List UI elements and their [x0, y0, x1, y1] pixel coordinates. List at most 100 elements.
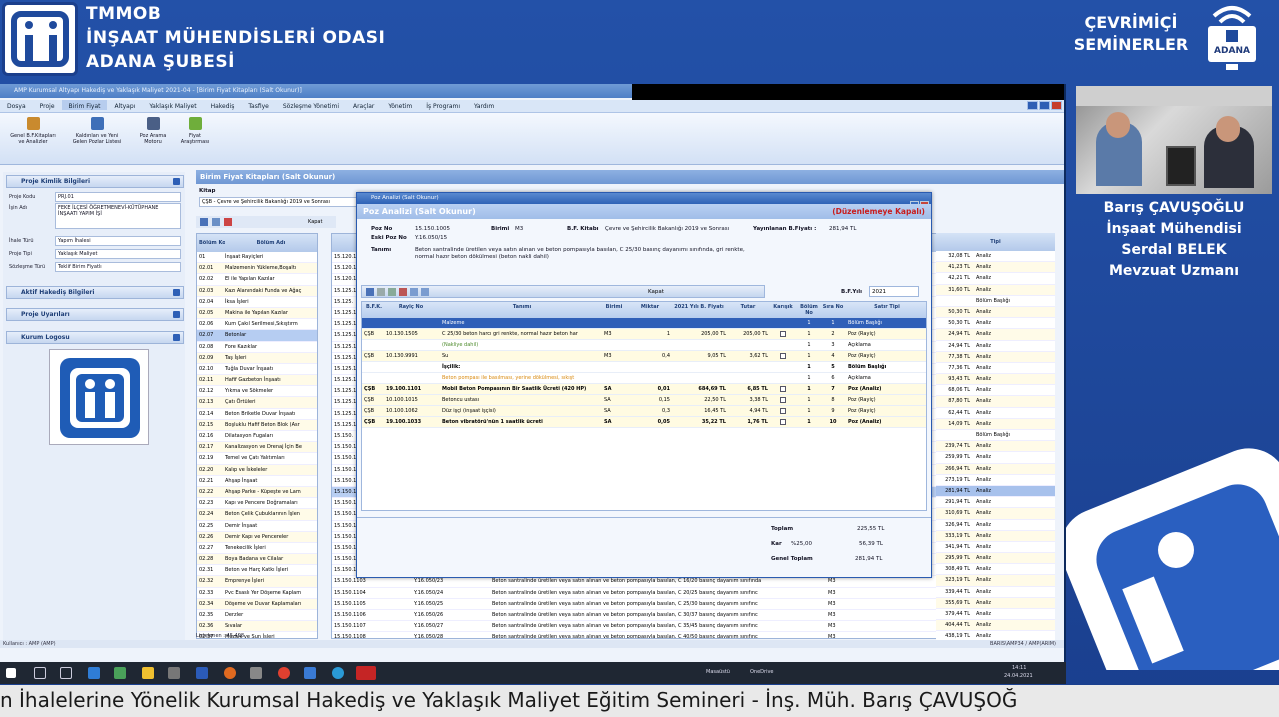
menu-yonetim[interactable]: Yönetim [381, 100, 419, 110]
tipi-row[interactable]: 77,38 TL Analiz [936, 351, 1055, 363]
menu-araclar[interactable]: Araçlar [346, 100, 381, 110]
tipi-row[interactable]: 326,94 TL Analiz [936, 519, 1055, 531]
menu-tasfiye[interactable]: Tasfiye [241, 100, 276, 110]
tipi-row[interactable]: 404,44 TL Analiz [936, 620, 1055, 632]
group-kurum-logosu[interactable]: Kurum Logosu [6, 331, 184, 344]
tipi-row[interactable]: 341,94 TL Analiz [936, 541, 1055, 554]
tipi-row[interactable]: 50,30 TL Analiz [936, 306, 1055, 319]
bolum-row[interactable]: 02.22 Ahşap Parke - Küpeşte ve Lam [197, 486, 317, 499]
ribbon-genel-bf[interactable]: Genel B.F.Kitapları ve Analizler [4, 117, 62, 145]
bolum-row[interactable]: 02.14 Beton Briketle Duvar İnşaatı [197, 409, 317, 420]
tipi-row[interactable]: 93,43 TL Analiz [936, 374, 1055, 386]
menu-altyapi[interactable]: Altyapı [107, 100, 142, 110]
bolum-row[interactable]: 02.09 Taş İşleri [197, 352, 317, 364]
menu-sozlesme[interactable]: Sözleşme Yönetimi [276, 100, 346, 110]
dialog-kapat-button[interactable]: Kapat [648, 286, 664, 298]
bolum-row[interactable]: 02.25 Demir İnşaat [197, 521, 317, 532]
bolum-row[interactable]: 02.27 Tenekecilik İşleri [197, 543, 317, 555]
tipi-row[interactable]: 50,30 TL Analiz [936, 318, 1055, 330]
menu-yaklasik-maliyet[interactable]: Yaklaşık Maliyet [142, 100, 203, 110]
close-icon[interactable] [1051, 101, 1062, 110]
tipi-row[interactable]: 333,19 TL Analiz [936, 530, 1055, 542]
field-proje-kodu[interactable]: PRJ.01 [55, 192, 181, 202]
paste-icon[interactable] [421, 288, 429, 296]
tipi-row[interactable]: Bölüm Başlığı [936, 430, 1055, 442]
task-view-icon[interactable] [60, 667, 72, 679]
bolum-row[interactable]: 02.12 Yıkma ve Sökmeler [197, 386, 317, 398]
tipi-row[interactable]: 281,94 TL Analiz [936, 485, 1055, 498]
bolum-row[interactable]: 02.20 Kalıp ve İskeleler [197, 464, 317, 476]
field-proje-tipi[interactable]: Yaklaşık Maliyet [55, 249, 181, 259]
col-bolum-adi[interactable]: Bölüm Adı [225, 240, 317, 246]
tipi-row[interactable]: 24,94 TL Analiz [936, 329, 1055, 341]
checkbox[interactable] [780, 352, 786, 359]
edge-icon[interactable] [332, 667, 344, 679]
delete-icon[interactable] [399, 288, 407, 296]
col-8[interactable]: Bölüm No [798, 304, 820, 316]
excel-icon[interactable] [114, 667, 126, 679]
analiz-row[interactable]: Malzeme 1 1 Bölüm Başlığı [362, 318, 926, 329]
bolum-row[interactable]: 02.16 Dilatasyon Fugaları [197, 431, 317, 443]
col-3[interactable]: Birimi [604, 304, 624, 310]
grid-icon[interactable] [200, 218, 208, 226]
app-icon-3[interactable] [250, 667, 262, 679]
tipi-row[interactable]: 291,94 TL Analiz [936, 497, 1055, 509]
menu-birim-fiyat[interactable]: Birim Fiyat [61, 100, 108, 110]
col-6[interactable]: Tutar [728, 304, 768, 310]
col-1[interactable]: Rayiç No [386, 304, 436, 310]
bolum-row[interactable]: 02.02 El ile Yapılan Kazılar [197, 274, 317, 286]
analiz-row[interactable]: ÇŞB 19.100.1101 Mobil Beton Pompasının Bir… [362, 384, 926, 395]
tipi-row[interactable]: 259,99 TL Analiz [936, 452, 1055, 464]
menu-dosya[interactable]: Dosya [0, 100, 33, 110]
bolum-row[interactable]: 02.31 Beton ve Harç Katkı İşleri [197, 565, 317, 577]
group-aktif-hakedis[interactable]: Aktif Hakediş Bilgileri [6, 286, 184, 299]
checkbox[interactable] [780, 396, 786, 403]
tipi-row[interactable]: 68,06 TL Analiz [936, 385, 1055, 397]
bolum-row[interactable]: 02.35 Derzler [197, 610, 317, 622]
analiz-row[interactable]: ÇŞB 10.130.9991 Su M3 0,4 9,05 TL 3,62 TL 1 4 Poz… [362, 351, 926, 362]
col-0[interactable]: B.F.K. [364, 304, 384, 310]
bolum-row[interactable]: 02.08 Fore Kazıklar [197, 342, 317, 353]
tipi-row[interactable]: 14,09 TL Analiz [936, 418, 1055, 430]
windows-start-icon[interactable] [6, 668, 16, 678]
checkbox[interactable] [780, 330, 786, 337]
tipi-row[interactable]: 62,44 TL Analiz [936, 407, 1055, 419]
tray-time[interactable]: 14:11 [1012, 665, 1026, 671]
menu-is-programi[interactable]: İş Programı [419, 100, 467, 110]
tipi-row[interactable]: 295,99 TL Analiz [936, 553, 1055, 565]
analiz-row[interactable]: ÇŞB 10.100.1015 Betoncu ustası SA 0,15 22,50 … [362, 395, 926, 406]
tipi-row[interactable]: 42,21 TL Analiz [936, 273, 1055, 285]
col-4[interactable]: Miktar [630, 304, 670, 310]
tipi-row[interactable]: 41,23 TL Analiz [936, 262, 1055, 274]
tipi-row[interactable]: 31,60 TL Analiz [936, 284, 1055, 296]
minimize-icon[interactable] [1027, 101, 1038, 110]
bolum-row[interactable]: 02.10 Tuğla Duvar İnşaatı [197, 364, 317, 376]
analiz-cell-chk[interactable] [770, 384, 796, 395]
app-icon-2[interactable] [168, 667, 180, 679]
tray-onedrive[interactable]: OneDrive [750, 669, 774, 675]
analiz-cell-chk[interactable] [770, 406, 796, 417]
menu-yardim[interactable]: Yardım [467, 100, 501, 110]
tipi-row[interactable]: 77,36 TL Analiz [936, 362, 1055, 375]
bolum-row[interactable]: 02.05 Makina ile Yapılan Kazılar [197, 307, 317, 320]
col-9[interactable]: Sıra No [822, 304, 844, 310]
bolum-row[interactable]: 02.26 Demir Kapı ve Pencereler [197, 531, 317, 543]
bolum-row[interactable]: 02.15 Boşluklu Hafif Beton Blok (Asr [197, 419, 317, 431]
tipi-row[interactable]: 239,74 TL Analiz [936, 441, 1055, 453]
bolum-row[interactable]: 02.11 Hafif Gazbeton İnşaatı [197, 375, 317, 387]
app-icon-4[interactable] [304, 667, 316, 679]
tipi-row[interactable]: 339,44 TL Analiz [936, 586, 1055, 598]
col-10[interactable]: Satır Tipi [848, 304, 926, 310]
chrome-icon[interactable] [278, 667, 290, 679]
bolum-row[interactable]: 02.04 İksa İşleri [197, 297, 317, 308]
field-isin-adi[interactable]: FEKE İLÇESİ ÖĞRETMENEVİ-KÜTÜPHANE İNŞAAT… [55, 203, 181, 229]
bolum-row[interactable]: 02.21 Ahşap İnşaat [197, 476, 317, 487]
tipi-row[interactable]: 323,19 TL Analiz [936, 575, 1055, 587]
tipi-row[interactable]: 266,94 TL Analiz [936, 463, 1055, 475]
analiz-row[interactable]: ÇŞB 10.130.1505 C 25/30 beton harcı gri re… [362, 329, 926, 340]
bolum-row[interactable]: 02.03 Kazı Alanındaki Funda ve Ağaç [197, 285, 317, 297]
bolum-row[interactable]: 02.19 Temel ve Çatı Yalıtımları [197, 453, 317, 465]
tray-date[interactable]: 24.04.2021 [1004, 673, 1033, 679]
analiz-cell-chk[interactable] [770, 351, 796, 362]
tipi-row[interactable]: 355,69 TL Analiz [936, 597, 1055, 609]
